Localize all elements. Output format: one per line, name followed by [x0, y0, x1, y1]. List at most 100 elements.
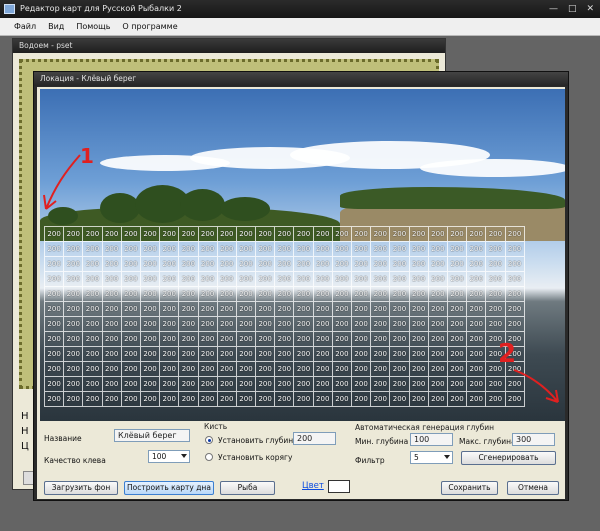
depth-cell[interactable]: 200: [428, 257, 448, 272]
minimize-icon[interactable]: —: [549, 0, 558, 18]
depth-cell[interactable]: 200: [294, 317, 314, 332]
depth-cell[interactable]: 200: [313, 227, 333, 242]
depth-cell[interactable]: 200: [313, 242, 333, 257]
build-bottom-map-button[interactable]: Построить карту дна: [124, 481, 214, 495]
depth-cell[interactable]: 200: [390, 377, 410, 392]
depth-cell[interactable]: 200: [160, 227, 180, 242]
depth-cell[interactable]: 200: [160, 302, 180, 317]
depth-cell[interactable]: 200: [447, 362, 468, 377]
depth-cell[interactable]: 200: [409, 227, 429, 242]
depth-cell[interactable]: 200: [352, 227, 372, 242]
depth-cell[interactable]: 200: [217, 242, 237, 257]
depth-cell[interactable]: 200: [294, 227, 314, 242]
close-icon[interactable]: ✕: [586, 0, 594, 18]
depth-cell[interactable]: 200: [121, 242, 141, 257]
depth-cell[interactable]: 200: [371, 257, 391, 272]
color-link[interactable]: Цвет: [302, 481, 324, 491]
depth-cell[interactable]: 200: [140, 257, 161, 272]
depth-cell[interactable]: 200: [160, 377, 180, 392]
depth-cell[interactable]: 200: [332, 347, 352, 362]
depth-cell[interactable]: 200: [64, 242, 84, 257]
depth-cell[interactable]: 200: [294, 272, 314, 287]
depth-cell[interactable]: 200: [83, 287, 103, 302]
depth-cell[interactable]: 200: [467, 332, 487, 347]
depth-cell[interactable]: 200: [371, 227, 391, 242]
depth-cell[interactable]: 200: [256, 377, 276, 392]
menu-file[interactable]: Файл: [14, 18, 36, 35]
depth-cell[interactable]: 200: [409, 272, 429, 287]
depth-cell[interactable]: 200: [352, 287, 372, 302]
depth-cell[interactable]: 200: [352, 332, 372, 347]
depth-cell[interactable]: 200: [64, 347, 84, 362]
depth-cell[interactable]: 200: [102, 302, 122, 317]
depth-cell[interactable]: 200: [352, 347, 372, 362]
filter-select[interactable]: 5: [410, 451, 453, 464]
depth-cell[interactable]: 200: [198, 302, 218, 317]
depth-cell[interactable]: 200: [332, 362, 352, 377]
depth-cell[interactable]: 200: [160, 332, 180, 347]
depth-cell[interactable]: 200: [390, 317, 410, 332]
depth-cell[interactable]: 200: [294, 287, 314, 302]
depth-cell[interactable]: 200: [179, 392, 199, 407]
depth-cell[interactable]: 200: [160, 347, 180, 362]
depth-cell[interactable]: 200: [332, 287, 352, 302]
depth-cell[interactable]: 200: [352, 317, 372, 332]
depth-cell[interactable]: 200: [371, 377, 391, 392]
depth-cell[interactable]: 200: [428, 302, 448, 317]
depth-cell[interactable]: 200: [275, 272, 295, 287]
depth-cell[interactable]: 200: [294, 377, 314, 392]
depth-cell[interactable]: 200: [256, 362, 276, 377]
depth-cell[interactable]: 200: [83, 332, 103, 347]
depth-cell[interactable]: 200: [140, 317, 161, 332]
depth-cell[interactable]: 200: [409, 302, 429, 317]
depth-cell[interactable]: 200: [313, 347, 333, 362]
depth-cell[interactable]: 200: [102, 362, 122, 377]
depth-cell[interactable]: 200: [428, 392, 448, 407]
depth-cell[interactable]: 200: [447, 392, 468, 407]
depth-cell[interactable]: 200: [102, 227, 122, 242]
depth-cell[interactable]: 200: [83, 317, 103, 332]
depth-cell[interactable]: 200: [198, 227, 218, 242]
depth-cell[interactable]: 200: [352, 362, 372, 377]
depth-cell[interactable]: 200: [275, 377, 295, 392]
depth-cell[interactable]: 200: [179, 347, 199, 362]
depth-cell[interactable]: 200: [83, 227, 103, 242]
depth-cell[interactable]: 200: [486, 242, 506, 257]
depth-cell[interactable]: 200: [313, 272, 333, 287]
depth-cell[interactable]: 200: [409, 287, 429, 302]
depth-cell[interactable]: 200: [313, 332, 333, 347]
depth-cell[interactable]: 200: [198, 347, 218, 362]
depth-cell[interactable]: 200: [467, 302, 487, 317]
depth-cell[interactable]: 200: [352, 257, 372, 272]
depth-cell[interactable]: 200: [121, 257, 141, 272]
depth-cell[interactable]: 200: [313, 257, 333, 272]
depth-cell[interactable]: 200: [428, 332, 448, 347]
depth-cell[interactable]: 200: [83, 242, 103, 257]
depth-cell[interactable]: 200: [121, 392, 141, 407]
depth-cell[interactable]: 200: [179, 287, 199, 302]
depth-cell[interactable]: 200: [275, 242, 295, 257]
depth-cell[interactable]: 200: [140, 227, 161, 242]
depth-cell[interactable]: 200: [121, 332, 141, 347]
depth-cell[interactable]: 200: [45, 362, 65, 377]
depth-cell[interactable]: 200: [256, 317, 276, 332]
depth-cell[interactable]: 200: [486, 272, 506, 287]
depth-cell[interactable]: 200: [467, 227, 487, 242]
depth-cell[interactable]: 200: [505, 287, 525, 302]
depth-cell[interactable]: 200: [83, 392, 103, 407]
depth-cell[interactable]: 200: [256, 257, 276, 272]
depth-cell[interactable]: 200: [236, 392, 257, 407]
depth-cell[interactable]: 200: [236, 227, 257, 242]
depth-cell[interactable]: 200: [102, 377, 122, 392]
depth-cell[interactable]: 200: [447, 272, 468, 287]
depth-cell[interactable]: 200: [45, 347, 65, 362]
depth-cell[interactable]: 200: [256, 347, 276, 362]
depth-cell[interactable]: 200: [179, 227, 199, 242]
depth-cell[interactable]: 200: [45, 302, 65, 317]
depth-cell[interactable]: 200: [198, 317, 218, 332]
depth-cell[interactable]: 200: [102, 317, 122, 332]
depth-cell[interactable]: 200: [64, 287, 84, 302]
depth-cell[interactable]: 200: [409, 242, 429, 257]
depth-cell[interactable]: 200: [45, 392, 65, 407]
depth-cell[interactable]: 200: [198, 362, 218, 377]
